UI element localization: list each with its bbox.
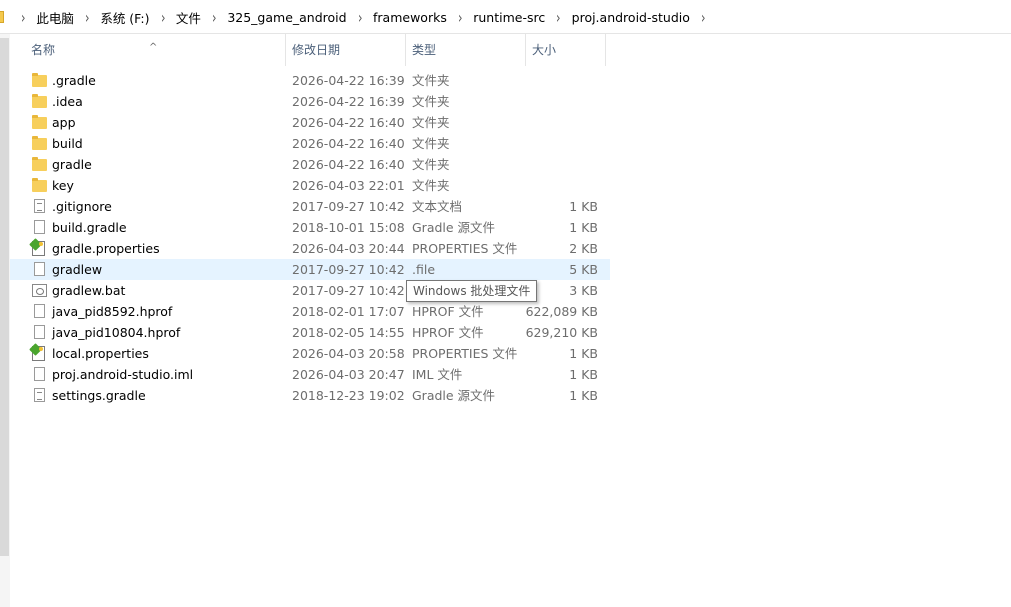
list-item[interactable]: .gradle 2026-04-22 16:39 文件夹 xyxy=(10,70,610,91)
list-item[interactable]: java_pid10804.hprof 2018-02-05 14:55 HPROF… xyxy=(10,322,610,343)
chevron-right-icon[interactable] xyxy=(454,8,467,27)
blank-file-icon xyxy=(34,325,45,339)
list-item[interactable]: .gitignore 2017-09-27 10:42 文本文档 1 KB xyxy=(10,196,610,217)
text-document-icon xyxy=(34,388,45,402)
list-item[interactable]: local.properties 2026-04-03 20:58 PROPERTI… xyxy=(10,343,610,364)
list-item[interactable]: build 2026-04-22 16:40 文件夹 xyxy=(10,133,610,154)
breadcrumb-item-current[interactable]: proj.android-studio xyxy=(568,8,694,27)
list-item[interactable]: build.gradle 2018-10-01 15:08 Gradle 源文件 1 … xyxy=(10,217,610,238)
breadcrumb-item-frameworks[interactable]: frameworks xyxy=(369,8,451,27)
folder-icon xyxy=(32,178,47,192)
folder-icon xyxy=(32,136,47,150)
scrollbar-thumb[interactable] xyxy=(0,38,9,556)
chevron-right-icon[interactable] xyxy=(81,8,94,27)
column-header: 名称 ^ 修改日期 类型 大小 xyxy=(10,34,610,66)
batch-file-icon xyxy=(32,284,47,297)
list-item[interactable]: app 2026-04-22 16:40 文件夹 xyxy=(10,112,610,133)
chevron-right-icon[interactable] xyxy=(208,8,221,27)
folder-icon xyxy=(0,11,4,23)
breadcrumb-item-drive[interactable]: 系统 (F:) xyxy=(96,6,153,29)
folder-icon xyxy=(32,73,47,87)
blank-file-icon xyxy=(34,220,45,234)
list-item[interactable]: key 2026-04-03 22:01 文件夹 xyxy=(10,175,610,196)
breadcrumb-item-this-pc[interactable]: 此电脑 xyxy=(32,6,78,29)
list-item-hovered[interactable]: gradlew 2017-09-27 10:42 .file 5 KB xyxy=(10,259,610,280)
tooltip: Windows 批处理文件 xyxy=(406,280,538,302)
folder-icon xyxy=(32,115,47,129)
chevron-right-icon[interactable] xyxy=(17,8,30,27)
list-item[interactable]: proj.android-studio.iml 2026-04-03 20:47 I… xyxy=(10,364,610,385)
file-list: .gradle 2026-04-22 16:39 文件夹 .idea 2026-04-… xyxy=(10,70,610,406)
column-header-date[interactable]: 修改日期 xyxy=(286,34,406,66)
list-item[interactable]: gradle.properties 2026-04-03 20:44 PROPERT… xyxy=(10,238,610,259)
breadcrumb-item-files[interactable]: 文件 xyxy=(172,6,205,29)
sort-ascending-icon: ^ xyxy=(149,42,158,53)
blank-file-icon xyxy=(34,262,45,276)
breadcrumb-item-game[interactable]: 325_game_android xyxy=(223,8,350,27)
chevron-right-icon[interactable] xyxy=(156,8,169,27)
column-header-size[interactable]: 大小 xyxy=(526,34,606,66)
blank-file-icon xyxy=(34,304,45,318)
breadcrumb-item-runtime-src[interactable]: runtime-src xyxy=(469,8,549,27)
column-header-type[interactable]: 类型 xyxy=(406,34,526,66)
chevron-right-icon[interactable] xyxy=(353,8,366,27)
properties-file-icon xyxy=(32,346,45,361)
chevron-right-icon[interactable] xyxy=(552,8,565,27)
list-item[interactable]: settings.gradle 2018-12-23 19:02 Gradle 源文… xyxy=(10,385,610,406)
chevron-right-icon[interactable] xyxy=(697,8,710,27)
properties-file-icon xyxy=(32,241,45,256)
folder-icon xyxy=(32,94,47,108)
breadcrumb: 此电脑 系统 (F:) 文件 325_game_android framewor… xyxy=(14,0,712,34)
column-header-name[interactable]: 名称 ^ xyxy=(10,34,286,66)
blank-file-icon xyxy=(34,367,45,381)
address-bar[interactable]: 此电脑 系统 (F:) 文件 325_game_android framewor… xyxy=(0,0,1011,34)
list-item[interactable]: .idea 2026-04-22 16:39 文件夹 xyxy=(10,91,610,112)
folder-icon xyxy=(32,157,47,171)
text-document-icon xyxy=(34,199,45,213)
list-item[interactable]: gradle 2026-04-22 16:40 文件夹 xyxy=(10,154,610,175)
list-item[interactable]: java_pid8592.hprof 2018-02-01 17:07 HPROF … xyxy=(10,301,610,322)
navigation-pane-scrollbar[interactable] xyxy=(0,34,10,607)
